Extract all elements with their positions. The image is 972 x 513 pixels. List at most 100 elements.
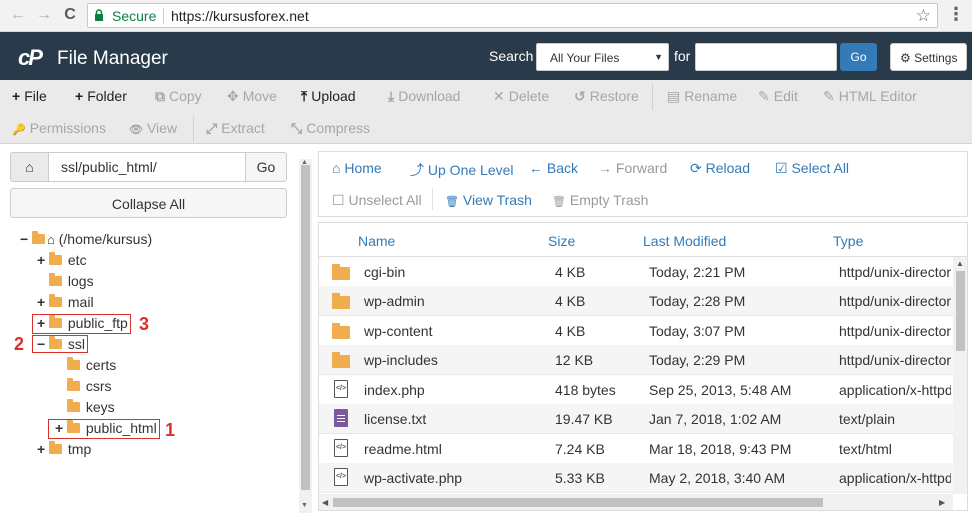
table-row[interactable]: </> index.php 418 bytes Sep 25, 2013, 5:…	[319, 375, 953, 405]
scroll-left-icon[interactable]: ◀	[322, 498, 328, 507]
tree-item-etc[interactable]: + etc	[37, 252, 87, 272]
compress-button[interactable]: ⤡ Compress	[291, 120, 370, 137]
table-row[interactable]: license.txt 19.47 KB Jan 7, 2018, 1:02 A…	[319, 404, 953, 434]
download-button[interactable]: ⤓ Download	[388, 88, 460, 105]
checkbox-checked-icon: ☑	[775, 160, 788, 176]
file-modified: Today, 3:07 PM	[649, 323, 746, 339]
html-editor-button[interactable]: ✎ HTML Editor	[823, 88, 917, 105]
scroll-up-icon[interactable]: ▲	[956, 259, 964, 268]
table-row[interactable]: cgi-bin 4 KB Today, 2:21 PM httpd/unix-d…	[319, 257, 953, 287]
column-header-type[interactable]: Type	[833, 233, 863, 249]
tree-item-mail[interactable]: + mail	[37, 294, 94, 314]
reload-button[interactable]: ⟳ Reload	[690, 160, 750, 177]
url-text[interactable]: https://kursusforex.net	[171, 8, 309, 24]
scroll-right-icon[interactable]: ▶	[939, 498, 945, 507]
undo-icon: ↺	[574, 88, 586, 104]
expand-toggle-icon[interactable]: +	[37, 294, 47, 310]
column-header-size[interactable]: Size	[548, 233, 575, 249]
permissions-button[interactable]: 🔑 Permissions	[12, 120, 106, 136]
unselect-all-button[interactable]: ☐ Unselect All	[332, 192, 422, 209]
delete-button[interactable]: ✕ Delete	[493, 88, 549, 105]
select-all-button[interactable]: ☑ Select All	[775, 160, 849, 177]
move-icon: ✥	[227, 88, 239, 104]
back-button[interactable]: ← Back	[529, 160, 578, 176]
table-row[interactable]: wp-content 4 KB Today, 3:07 PM httpd/uni…	[319, 316, 953, 346]
html-editor-label: HTML Editor	[838, 88, 917, 104]
restore-button[interactable]: ↺ Restore	[574, 88, 639, 105]
bookmark-star-icon[interactable]: ☆	[916, 6, 931, 26]
column-header-name[interactable]: Name	[358, 233, 395, 249]
address-bar[interactable]: Secure https://kursusforex.net ☆	[87, 3, 938, 28]
forward-button[interactable]: → Forward	[598, 160, 667, 176]
search-go-button[interactable]: Go	[840, 43, 877, 71]
new-folder-button[interactable]: + Folder	[75, 88, 127, 104]
secure-label: Secure	[112, 8, 157, 24]
edit-button[interactable]: ✎ Edit	[758, 88, 798, 105]
scrollbar-thumb[interactable]	[301, 165, 310, 490]
column-header-modified[interactable]: Last Modified	[643, 233, 726, 249]
scrollbar-thumb[interactable]	[956, 271, 965, 351]
collapse-all-button[interactable]: Collapse All	[10, 188, 287, 218]
expand-toggle-icon[interactable]: +	[37, 441, 47, 457]
table-row[interactable]: wp-admin 4 KB Today, 2:28 PM httpd/unix-…	[319, 286, 953, 316]
view-trash-button[interactable]: 🗑 View Trash	[445, 192, 532, 208]
expand-toggle-icon[interactable]: +	[37, 252, 47, 268]
copy-button[interactable]: ⧉ Copy	[155, 88, 202, 105]
scrollbar-thumb[interactable]	[333, 498, 823, 507]
reload-label: Reload	[705, 160, 750, 176]
tree-item-home[interactable]: − ⌂ (/home/kursus)	[20, 231, 152, 251]
table-row[interactable]: </> readme.html 7.24 KB Mar 18, 2018, 9:…	[319, 434, 953, 464]
empty-trash-button[interactable]: 🗑 Empty Trash	[552, 192, 648, 208]
search-scope-select[interactable]: All Your Files ▼	[536, 43, 669, 71]
home-icon: ⌂	[25, 159, 34, 175]
file-type: httpd/unix-directory	[839, 352, 951, 368]
file-name: cgi-bin	[364, 264, 406, 280]
tree-item-certs[interactable]: certs	[55, 357, 116, 377]
folder-icon	[49, 252, 62, 265]
path-go-button[interactable]: Go	[245, 152, 287, 182]
move-button[interactable]: ✥ Move	[227, 88, 277, 105]
code-file-icon: </>	[334, 380, 348, 398]
new-file-button[interactable]: + File	[12, 88, 47, 104]
file-modified: Sep 25, 2013, 5:48 AM	[649, 382, 792, 398]
table-row[interactable]: </> wp-activate.php 5.33 KB May 2, 2018,…	[319, 463, 953, 493]
browser-menu-icon[interactable]: ⋮	[947, 5, 965, 23]
view-button[interactable]: 👁 View	[129, 120, 177, 136]
scroll-down-icon[interactable]: ▼	[301, 502, 308, 509]
empty-trash-label: Empty Trash	[569, 192, 649, 208]
eye-icon: 👁	[129, 124, 143, 136]
forward-icon[interactable]: →	[34, 6, 54, 24]
trash-icon: 🗑	[445, 196, 459, 208]
nav-home-label: Home	[344, 160, 382, 176]
tree-scrollbar[interactable]: ▲ ▼	[299, 159, 312, 513]
tree-item-logs[interactable]: logs	[37, 273, 94, 293]
tree-item-label: tmp	[67, 441, 92, 457]
tree-item-tmp[interactable]: + tmp	[37, 441, 91, 461]
cpanel-logo[interactable]: cP	[18, 45, 43, 71]
upload-button[interactable]: ⤒ Upload	[301, 88, 356, 105]
folder-icon	[67, 378, 80, 391]
vertical-scrollbar[interactable]: ▲	[953, 257, 967, 494]
horizontal-scrollbar[interactable]: ◀ ▶	[319, 494, 953, 510]
up-one-level-button[interactable]: ⤴ Up One Level	[410, 160, 514, 180]
path-input[interactable]: ssl/public_html/	[48, 152, 246, 182]
settings-button[interactable]: ⚙ Settings	[890, 43, 967, 71]
reload-icon[interactable]: C	[60, 6, 80, 24]
back-icon[interactable]: ←	[8, 6, 28, 24]
rename-button[interactable]: ▤ Rename	[667, 88, 737, 105]
gear-icon: ⚙	[900, 51, 911, 65]
trash-icon: 🗑	[552, 196, 566, 208]
annotation-number-1: 1	[165, 420, 176, 440]
extract-button[interactable]: ⤢ Extract	[206, 120, 265, 137]
tree-item-keys[interactable]: keys	[55, 399, 115, 419]
file-list-table: Name Size Last Modified Type cgi-bin 4 K…	[318, 222, 968, 511]
table-row[interactable]: wp-includes 12 KB Today, 2:29 PM httpd/u…	[319, 345, 953, 375]
home-button[interactable]: ⌂	[10, 152, 49, 182]
nav-home-button[interactable]: ⌂ Home	[332, 160, 382, 176]
collapse-toggle-icon[interactable]: −	[20, 231, 30, 247]
tree-item-csrs[interactable]: csrs	[55, 378, 112, 398]
code-file-icon: </>	[334, 468, 348, 486]
search-input[interactable]	[695, 43, 837, 71]
url-divider	[163, 8, 164, 24]
file-name: wp-activate.php	[364, 470, 463, 486]
